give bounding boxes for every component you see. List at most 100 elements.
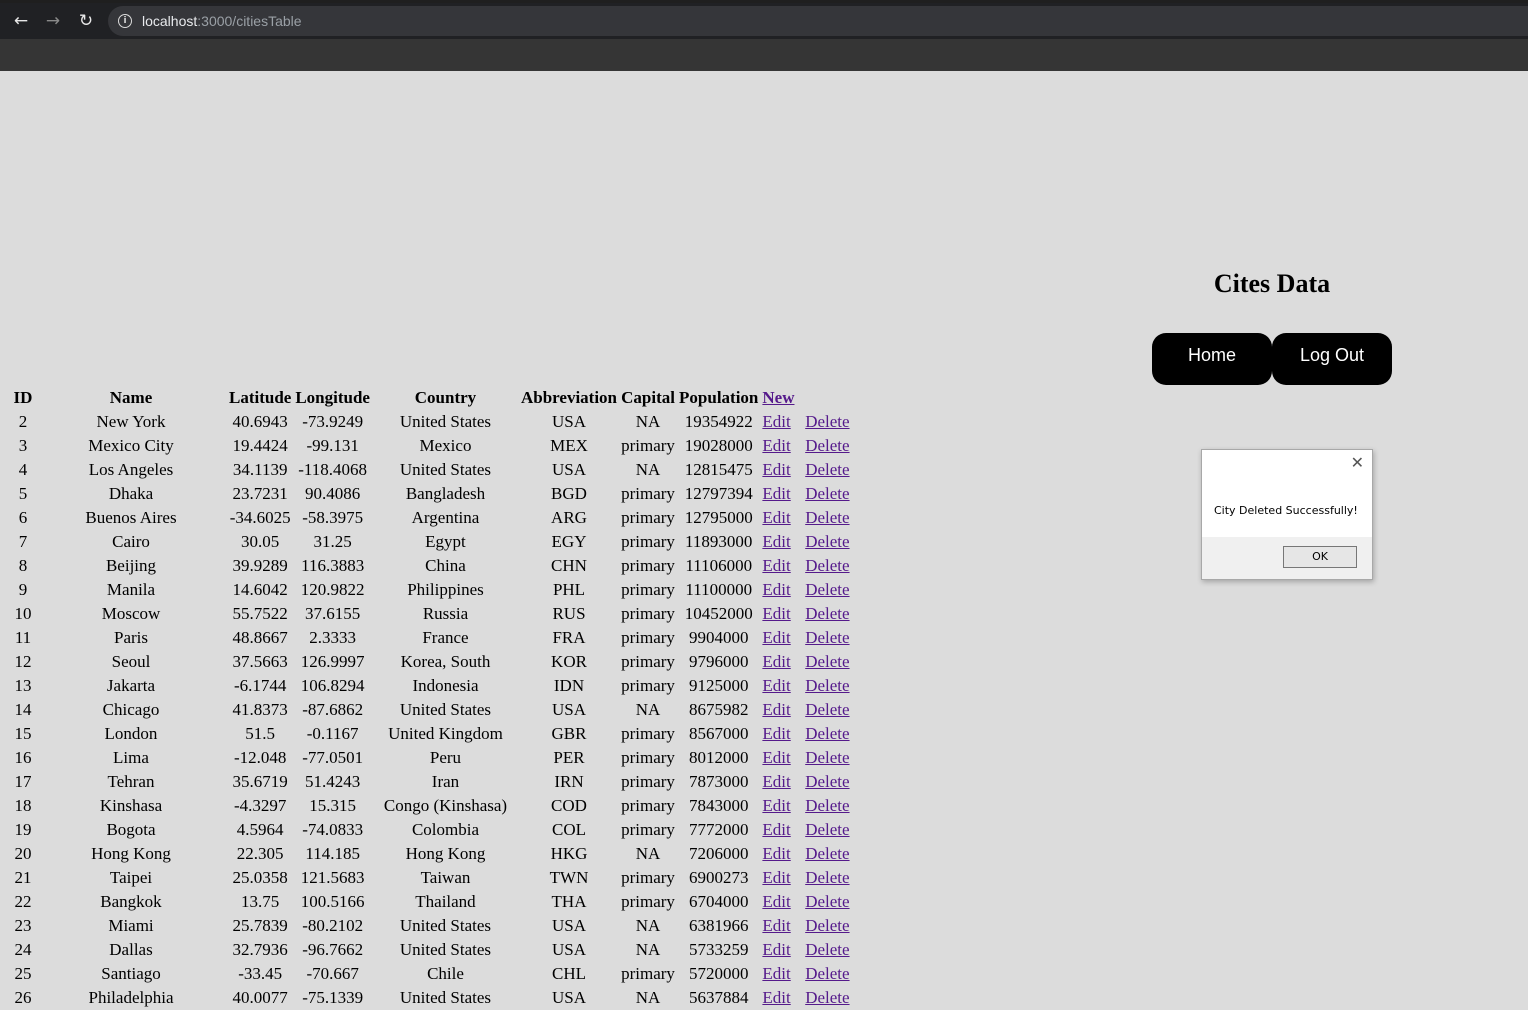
cell-longitude: 114.185 <box>305 844 360 863</box>
cell-name: Hong Kong <box>91 844 171 863</box>
edit-link[interactable]: Edit <box>762 964 790 983</box>
cell-abbreviation: THA <box>551 892 587 911</box>
delete-link[interactable]: Delete <box>805 868 849 887</box>
delete-link[interactable]: Delete <box>805 556 849 575</box>
site-info-icon[interactable]: i <box>118 14 132 28</box>
cell-name: Bangkok <box>100 892 162 911</box>
edit-link[interactable]: Edit <box>762 892 790 911</box>
cell-name: Lima <box>113 748 149 767</box>
cell-capital: primary <box>621 772 675 791</box>
back-icon[interactable]: ← <box>10 10 32 32</box>
cell-edit: Edit <box>761 698 801 722</box>
edit-link[interactable]: Edit <box>762 868 790 887</box>
cell-country: Chile <box>427 964 464 983</box>
edit-link[interactable]: Edit <box>762 916 790 935</box>
delete-link[interactable]: Delete <box>805 940 849 959</box>
delete-link[interactable]: Delete <box>805 436 849 455</box>
delete-link[interactable]: Delete <box>805 652 849 671</box>
edit-link[interactable]: Edit <box>762 412 790 431</box>
cell-longitude: 37.6155 <box>305 604 361 623</box>
edit-link[interactable]: Edit <box>762 508 790 527</box>
cell-name: Dallas <box>109 940 153 959</box>
delete-link[interactable]: Delete <box>805 748 849 767</box>
cell-country: Congo (Kinshasa) <box>383 796 508 815</box>
cell-capital: primary <box>621 436 675 455</box>
cell-edit: Edit <box>761 554 801 578</box>
delete-link[interactable]: Delete <box>805 508 849 527</box>
forward-icon[interactable]: → <box>42 10 64 32</box>
edit-link[interactable]: Edit <box>762 844 790 863</box>
url-host: localhost <box>142 13 198 29</box>
cell-name: Kinshasa <box>99 796 163 815</box>
cell-abbreviation: COD <box>551 796 587 815</box>
table-row: 7 Cairo 30.05 31.25 Egypt EGY primary 11893000 … <box>12 530 851 554</box>
edit-link[interactable]: Edit <box>762 532 790 551</box>
delete-link[interactable]: Delete <box>805 460 849 479</box>
delete-link[interactable]: Delete <box>805 844 849 863</box>
cell-abbreviation: USA <box>552 916 587 935</box>
edit-link[interactable]: Edit <box>762 988 790 1007</box>
delete-link[interactable]: Delete <box>805 892 849 911</box>
cell-latitude: 32.7936 <box>232 940 288 959</box>
edit-link[interactable]: Edit <box>762 652 790 671</box>
delete-link[interactable]: Delete <box>805 580 849 599</box>
address-bar[interactable]: i localhost:3000/citiesTable <box>108 6 1528 36</box>
edit-link[interactable]: Edit <box>762 820 790 839</box>
cell-abbreviation: PHL <box>552 580 586 599</box>
edit-link[interactable]: Edit <box>762 604 790 623</box>
edit-link[interactable]: Edit <box>762 580 790 599</box>
url-text[interactable]: localhost:3000/citiesTable <box>142 12 302 30</box>
reload-icon[interactable]: ↻ <box>75 10 97 32</box>
close-icon[interactable]: ✕ <box>1351 454 1364 472</box>
cell-population: 9125000 <box>688 676 749 695</box>
delete-link[interactable]: Delete <box>805 820 849 839</box>
delete-link[interactable]: Delete <box>805 532 849 551</box>
cell-capital: primary <box>621 964 675 983</box>
ok-button[interactable]: OK <box>1283 546 1357 568</box>
delete-link[interactable]: Delete <box>805 772 849 791</box>
edit-link[interactable]: Edit <box>762 556 790 575</box>
new-city-link[interactable]: New <box>762 388 794 407</box>
delete-link[interactable]: Delete <box>805 676 849 695</box>
edit-link[interactable]: Edit <box>762 436 790 455</box>
delete-link[interactable]: Delete <box>805 628 849 647</box>
edit-link[interactable]: Edit <box>762 484 790 503</box>
table-row: 22 Bangkok 13.75 100.5166 Thailand THA primary… <box>12 890 851 914</box>
cell-delete: Delete <box>803 530 851 554</box>
edit-link[interactable]: Edit <box>762 796 790 815</box>
logout-button[interactable]: Log Out <box>1272 333 1392 385</box>
cell-edit: Edit <box>761 650 801 674</box>
delete-link[interactable]: Delete <box>805 484 849 503</box>
delete-link[interactable]: Delete <box>805 700 849 719</box>
delete-link[interactable]: Delete <box>805 724 849 743</box>
cell-country: Thailand <box>415 892 476 911</box>
edit-link[interactable]: Edit <box>762 724 790 743</box>
delete-link[interactable]: Delete <box>805 964 849 983</box>
cell-name: Manila <box>106 580 156 599</box>
cell-longitude: 31.25 <box>313 532 352 551</box>
cell-id: 2 <box>18 412 28 431</box>
cell-name: New York <box>96 412 166 431</box>
delete-link[interactable]: Delete <box>805 412 849 431</box>
delete-link[interactable]: Delete <box>805 604 849 623</box>
cell-population: 12797394 <box>684 484 753 503</box>
edit-link[interactable]: Edit <box>762 460 790 479</box>
cell-id: 17 <box>14 772 32 791</box>
cell-longitude: -58.3975 <box>302 508 364 527</box>
edit-link[interactable]: Edit <box>762 940 790 959</box>
edit-link[interactable]: Edit <box>762 628 790 647</box>
cell-longitude: -96.7662 <box>302 940 364 959</box>
edit-link[interactable]: Edit <box>762 676 790 695</box>
delete-link[interactable]: Delete <box>805 988 849 1007</box>
delete-link[interactable]: Delete <box>805 796 849 815</box>
edit-link[interactable]: Edit <box>762 748 790 767</box>
cell-abbreviation: USA <box>552 412 587 431</box>
edit-link[interactable]: Edit <box>762 700 790 719</box>
home-button[interactable]: Home <box>1152 333 1272 385</box>
cell-latitude: 34.1139 <box>232 460 288 479</box>
delete-link[interactable]: Delete <box>805 916 849 935</box>
cell-longitude: 90.4086 <box>305 484 361 503</box>
cell-id: 6 <box>18 508 28 527</box>
cell-country: Argentina <box>411 508 480 527</box>
edit-link[interactable]: Edit <box>762 772 790 791</box>
